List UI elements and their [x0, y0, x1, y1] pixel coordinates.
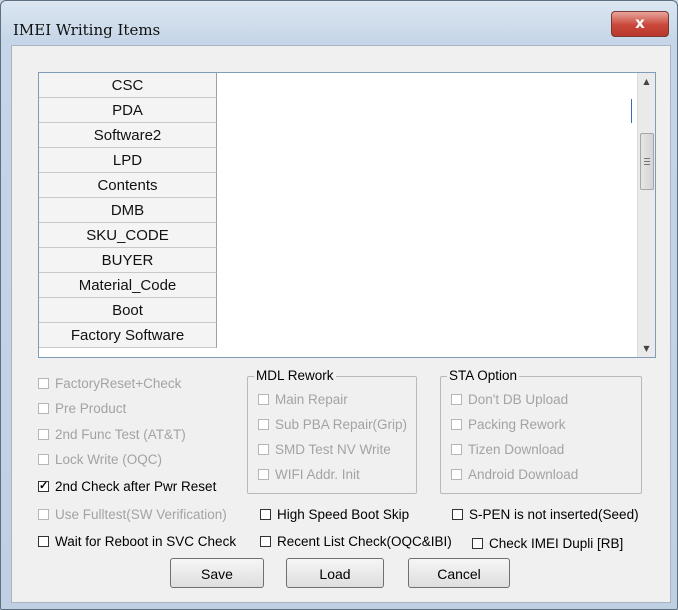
checkbox-box [260, 536, 271, 547]
checkbox-box [38, 454, 49, 465]
mdl-rework-group: MDL Rework Main Repair Sub PBA Repair(Gr… [247, 368, 417, 494]
item-row[interactable]: LPD [39, 148, 217, 173]
text-caret [631, 99, 632, 123]
item-row[interactable]: Factory Software [39, 323, 217, 348]
imei-writing-items-window: IMEI Writing Items x CSC PDA Software2 L… [0, 0, 678, 610]
mdl-rework-title: MDL Rework [254, 368, 336, 383]
checkbox-box [451, 444, 462, 455]
item-name-column: CSC PDA Software2 LPD Contents DMB SKU_C… [39, 73, 217, 348]
scroll-down-arrow-icon[interactable]: ▼ [638, 340, 655, 357]
close-icon: x [635, 14, 645, 32]
scroll-thumb[interactable] [640, 133, 654, 190]
checkbox-box [472, 538, 483, 549]
item-row[interactable]: SKU_CODE [39, 223, 217, 248]
grip-line [644, 161, 650, 162]
checkbox-box [258, 419, 269, 430]
item-row[interactable]: DMB [39, 198, 217, 223]
checkbox-box [452, 509, 463, 520]
checkbox-box [38, 536, 49, 547]
scroll-up-arrow-icon[interactable]: ▲ [638, 73, 655, 90]
item-row[interactable]: BUYER [39, 248, 217, 273]
checkbox-box [38, 509, 49, 520]
checkbox-box [38, 403, 49, 414]
checkbox-box [451, 394, 462, 405]
cancel-button[interactable]: Cancel [408, 558, 510, 588]
item-row[interactable]: Contents [39, 173, 217, 198]
grip-line [644, 164, 650, 165]
item-row[interactable]: CSC [39, 73, 217, 98]
checkbox-box [38, 378, 49, 389]
vertical-scrollbar[interactable]: ▲ ▼ [637, 73, 655, 357]
items-list[interactable]: CSC PDA Software2 LPD Contents DMB SKU_C… [38, 72, 656, 358]
checkbox-box [451, 469, 462, 480]
sta-option-title: STA Option [447, 368, 520, 383]
checkbox-box [258, 469, 269, 480]
sta-option-group: STA Option Don't DB Upload Packing Rewor… [440, 368, 642, 494]
save-button[interactable]: Save [170, 558, 264, 588]
grip-line [644, 158, 650, 159]
load-button[interactable]: Load [286, 558, 384, 588]
close-button[interactable]: x [611, 11, 669, 37]
checkbox-box [38, 429, 49, 440]
window-title: IMEI Writing Items [13, 21, 161, 39]
checkbox-box [451, 419, 462, 430]
title-bar[interactable]: IMEI Writing Items x [1, 1, 677, 41]
item-value-column[interactable] [218, 73, 637, 357]
checkbox-box [258, 394, 269, 405]
item-row[interactable]: Boot [39, 298, 217, 323]
item-row[interactable]: Software2 [39, 123, 217, 148]
checkbox-box [258, 444, 269, 455]
item-row[interactable]: Material_Code [39, 273, 217, 298]
item-row[interactable]: PDA [39, 98, 217, 123]
checkbox-box [260, 509, 271, 520]
checkmark-icon: ✓ [38, 480, 49, 492]
dialog-client-area: CSC PDA Software2 LPD Contents DMB SKU_C… [11, 45, 671, 603]
